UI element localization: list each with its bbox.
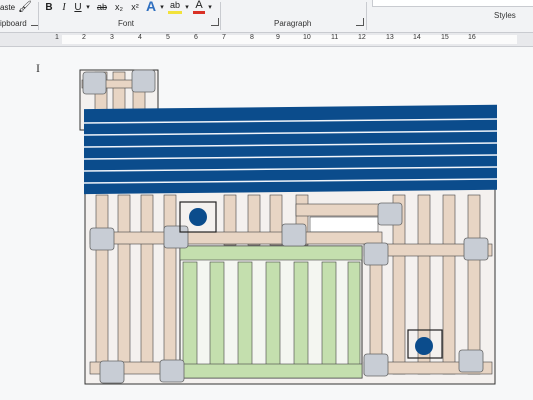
floor-plan-drawing[interactable] (0, 0, 533, 400)
marker-dot (189, 208, 207, 226)
green-section (179, 245, 363, 379)
navy-roof-band (83, 104, 498, 195)
marker-dot (415, 337, 433, 355)
post-square (82, 71, 107, 95)
post-square (131, 69, 156, 93)
